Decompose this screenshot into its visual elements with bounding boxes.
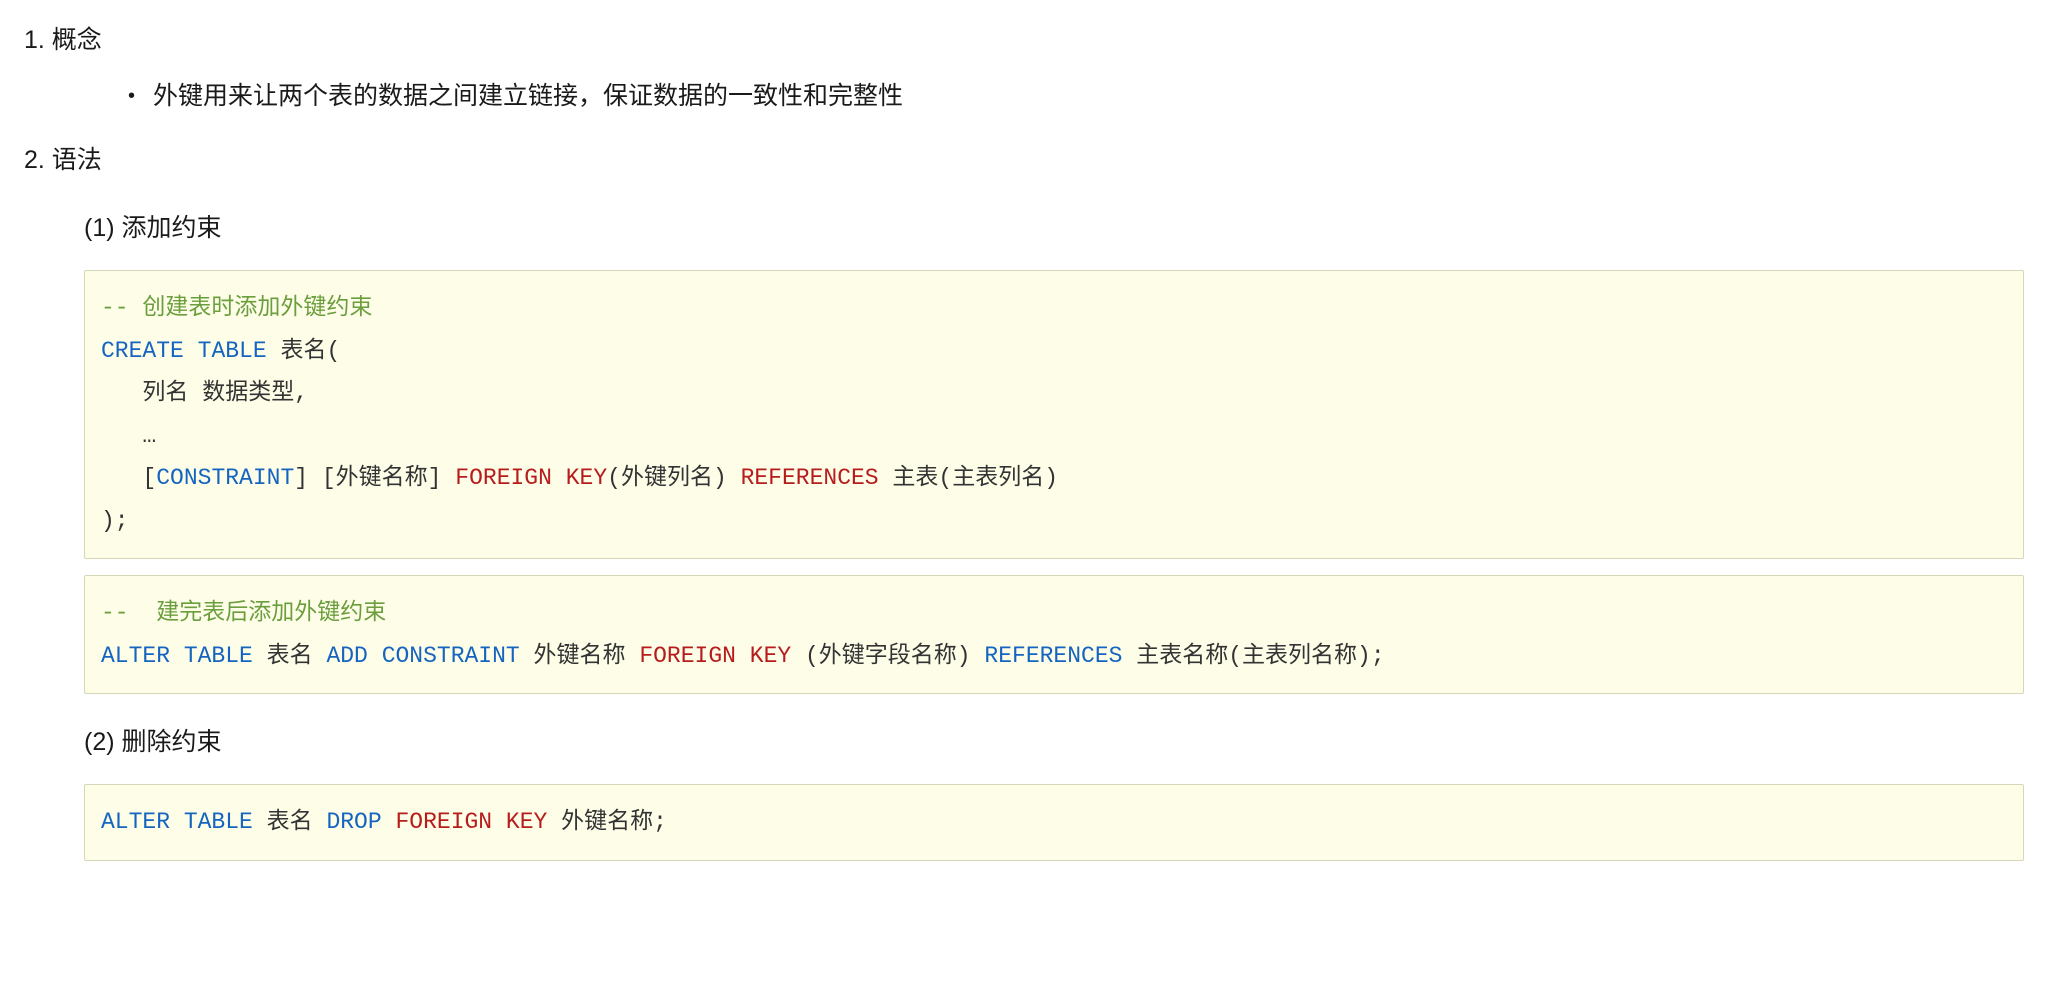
code-text: 外键名称 xyxy=(520,643,640,669)
code-keyword-key: KEY xyxy=(750,643,791,669)
code-text: 表名 xyxy=(253,809,327,835)
code-keyword-alter: ALTER xyxy=(101,643,170,669)
code-text: ); xyxy=(101,508,129,534)
subsection-drop-constraint: (2) 删除约束 ALTER TABLE 表名 DROP FOREIGN KEY… xyxy=(84,722,2024,861)
code-keyword-foreign: FOREIGN xyxy=(639,643,736,669)
code-text: ] xyxy=(294,465,308,491)
code-keyword-references: REFERENCES xyxy=(984,643,1122,669)
code-text: (外键列名) xyxy=(607,465,740,491)
code-text: 表名 xyxy=(253,643,327,669)
code-keyword-foreign: FOREIGN xyxy=(455,465,552,491)
code-text: … xyxy=(142,423,156,449)
code-keyword-constraint: CONSTRAINT xyxy=(156,465,294,491)
code-keyword-table: TABLE xyxy=(198,338,267,364)
code-block-create-table: -- 创建表时添加外键约束 CREATE TABLE 表名( 列名 数据类型, … xyxy=(84,270,2024,559)
code-keyword-foreign: FOREIGN xyxy=(395,809,492,835)
code-text: 列名 数据类型, xyxy=(142,380,308,406)
code-text: 主表名称(主表列名称); xyxy=(1122,643,1384,669)
section-syntax: 2. 语法 (1) 添加约束 -- 创建表时添加外键约束 CREATE TABL… xyxy=(24,140,2024,861)
code-comment: -- 建完表后添加外键约束 xyxy=(101,600,386,626)
code-text: (外键字段名称) xyxy=(791,643,984,669)
drop-constraint-heading: (2) 删除约束 xyxy=(84,722,2024,762)
code-text: 外键名称; xyxy=(547,809,667,835)
code-text: 主表(主表列名) xyxy=(879,465,1058,491)
concept-bullet-text: 外键用来让两个表的数据之间建立链接，保证数据的一致性和完整性 xyxy=(153,76,903,116)
code-text: [外键名称] xyxy=(308,465,455,491)
add-constraint-heading: (1) 添加约束 xyxy=(84,208,2024,248)
code-comment: -- 创建表时添加外键约束 xyxy=(101,295,372,321)
code-keyword-key: KEY xyxy=(566,465,607,491)
code-keyword-drop: DROP xyxy=(326,809,381,835)
code-keyword-references: REFERENCES xyxy=(741,465,879,491)
concept-bullet-list: • 外键用来让两个表的数据之间建立链接，保证数据的一致性和完整性 xyxy=(128,76,2024,116)
code-keyword-table: TABLE xyxy=(184,643,253,669)
section-concept-heading: 1. 概念 xyxy=(24,20,2024,60)
code-keyword-add: ADD xyxy=(326,643,367,669)
code-block-alter-add: -- 建完表后添加外键约束 ALTER TABLE 表名 ADD CONSTRA… xyxy=(84,575,2024,694)
code-keyword-constraint: CONSTRAINT xyxy=(382,643,520,669)
subsection-add-constraint: (1) 添加约束 -- 创建表时添加外键约束 CREATE TABLE 表名( … xyxy=(84,208,2024,694)
section-concept: 1. 概念 • 外键用来让两个表的数据之间建立链接，保证数据的一致性和完整性 xyxy=(24,20,2024,116)
code-keyword-create: CREATE xyxy=(101,338,184,364)
concept-bullet-item: • 外键用来让两个表的数据之间建立链接，保证数据的一致性和完整性 xyxy=(128,76,2024,116)
code-text: 表名( xyxy=(267,338,341,364)
code-keyword-table: TABLE xyxy=(184,809,253,835)
code-keyword-key: KEY xyxy=(506,809,547,835)
code-keyword-alter: ALTER xyxy=(101,809,170,835)
bullet-dot-icon: • xyxy=(128,86,135,106)
code-block-alter-drop: ALTER TABLE 表名 DROP FOREIGN KEY 外键名称; xyxy=(84,784,2024,861)
code-text: [ xyxy=(142,465,156,491)
section-syntax-heading: 2. 语法 xyxy=(24,140,2024,180)
